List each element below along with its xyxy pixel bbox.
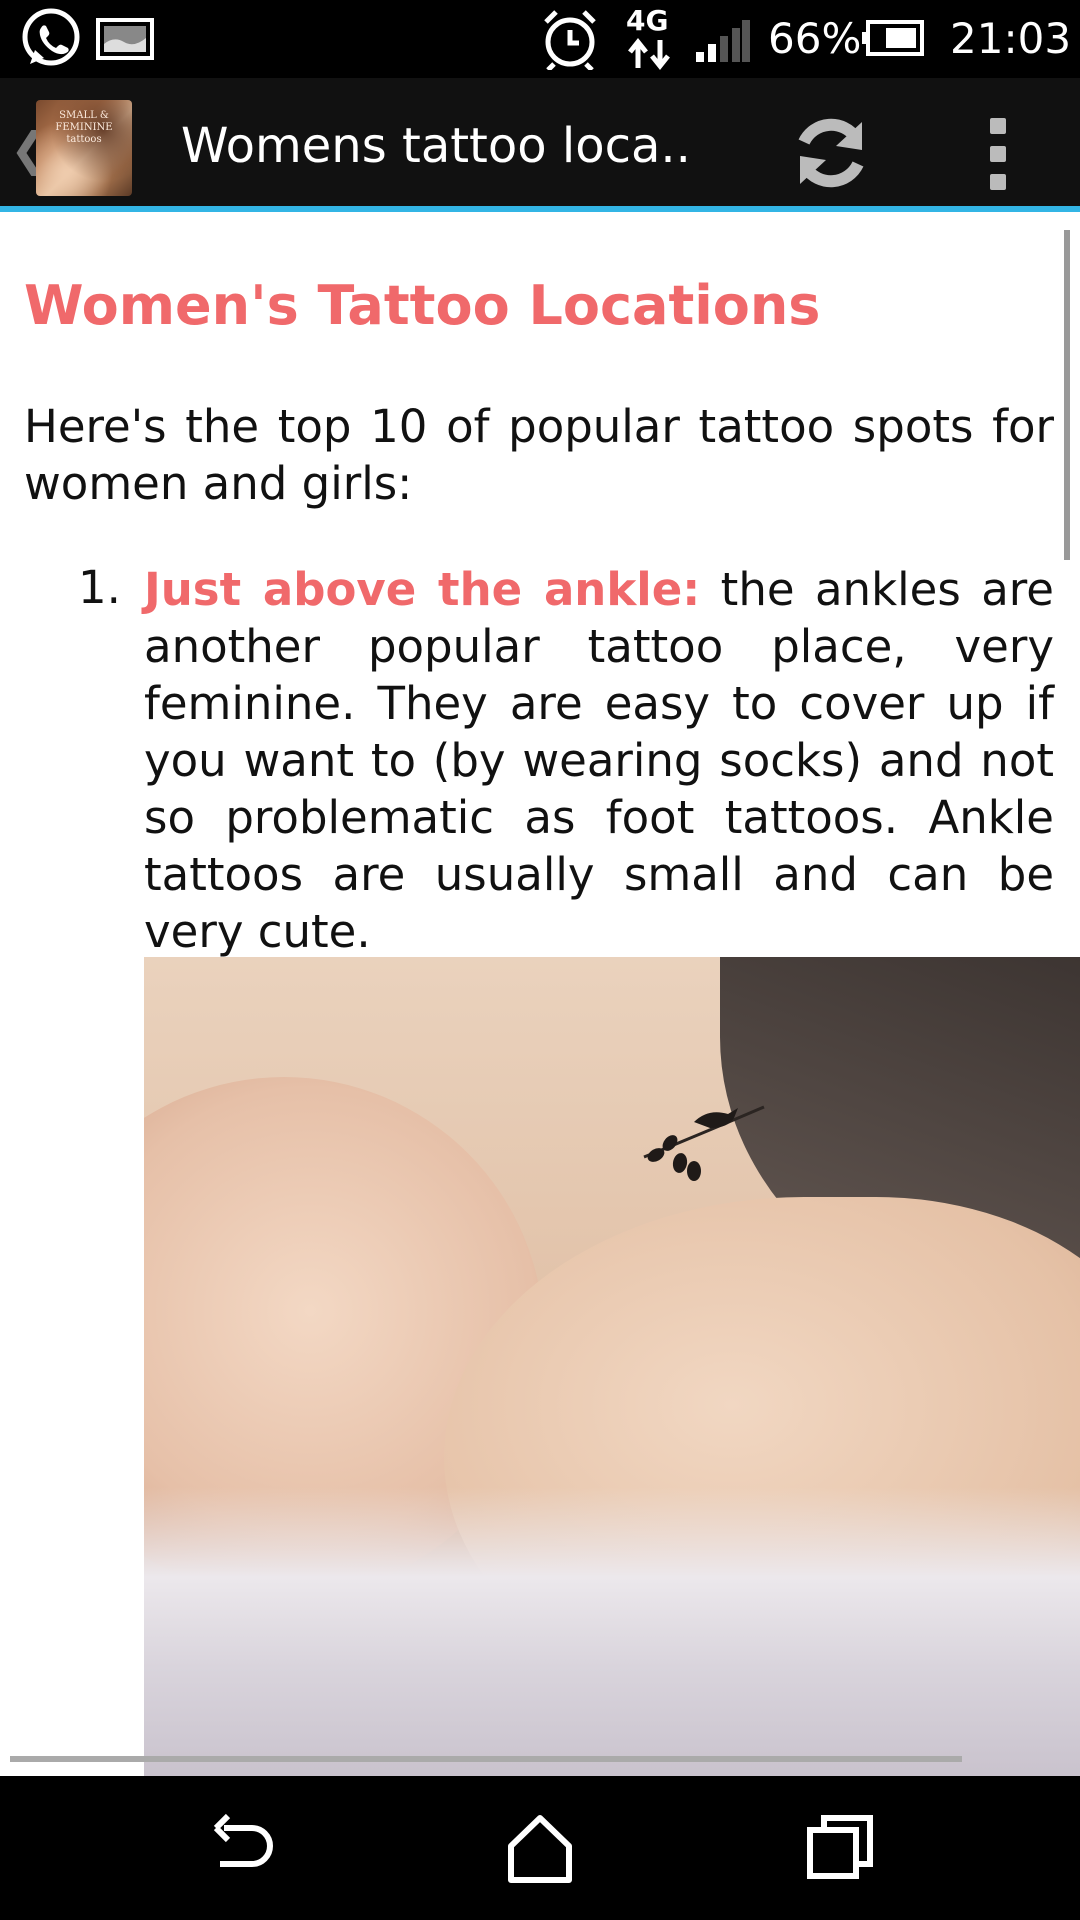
intro-paragraph: Here's the top 10 of popular tattoo spot… [24, 400, 1054, 510]
alarm-icon [544, 10, 596, 70]
whatsapp-icon [22, 8, 80, 66]
refresh-icon[interactable] [786, 108, 876, 198]
bird-tattoo-image [643, 1105, 765, 1181]
status-bar: 4G 66% 21:03 [0, 0, 1080, 78]
recents-icon[interactable] [796, 1806, 886, 1890]
gallery-icon [96, 18, 154, 60]
list-item-number: 1. [78, 561, 121, 614]
back-icon[interactable] [196, 1806, 286, 1890]
list-item-text: the ankles are another popular tattoo pl… [144, 563, 1054, 958]
ankle-tattoo-photo [144, 957, 1080, 1776]
article-content[interactable]: Women's Tattoo Locations Here's the top … [0, 212, 1080, 1776]
list-item: Just above the ankle: the ankles are ano… [144, 561, 1054, 960]
vertical-scrollbar[interactable] [1064, 230, 1070, 560]
overflow-menu-icon[interactable] [970, 114, 1026, 194]
navigation-bar [0, 1776, 1080, 1920]
clock: 21:03 [950, 14, 1072, 63]
action-bar-title[interactable]: Womens tattoo loca.. [181, 118, 691, 174]
home-icon[interactable] [495, 1806, 585, 1890]
page-title: Women's Tattoo Locations [24, 274, 821, 337]
horizontal-scrollbar[interactable] [10, 1756, 962, 1762]
signal-icon [696, 20, 750, 62]
network-type: 4G [626, 4, 669, 37]
battery-percent: 66% [768, 14, 862, 63]
list-item-highlight: Just above the ankle: [144, 563, 701, 616]
app-icon[interactable]: SMALL & FEMININE tattoos [36, 100, 132, 196]
battery-icon [862, 20, 924, 56]
app-icon-caption: SMALL & FEMININE tattoos [55, 110, 113, 145]
network-4g-icon [628, 38, 670, 70]
action-bar: ❮ SMALL & FEMININE tattoos Womens tattoo… [0, 78, 1080, 278]
